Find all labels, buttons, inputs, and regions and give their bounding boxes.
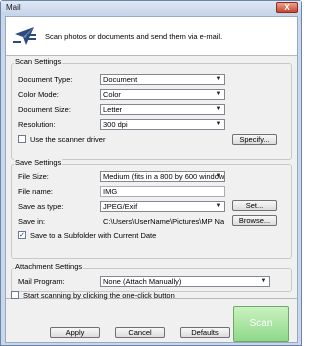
file-size-value: Medium (fits in a 800 by 600 window) <box>103 172 225 181</box>
title-bar: Mail X <box>1 1 301 15</box>
browse-button[interactable]: Browse... <box>232 215 277 226</box>
mail-window: Mail X Scan photos or documents and send… <box>0 0 302 346</box>
chevron-down-icon: ▼ <box>215 203 222 209</box>
save-settings-title: Save Settings <box>14 158 63 167</box>
document-type-label: Document Type: <box>18 75 73 84</box>
mail-program-select[interactable]: None (Attach Manually) ▼ <box>100 276 270 287</box>
specify-button[interactable]: Specify... <box>232 134 277 145</box>
apply-button[interactable]: Apply <box>50 327 100 338</box>
save-in-label: Save in: <box>18 217 46 226</box>
chevron-down-icon: ▼ <box>260 278 267 284</box>
file-size-label: File Size: <box>18 172 49 181</box>
color-mode-label: Color Mode: <box>18 90 59 99</box>
cancel-button[interactable]: Cancel <box>115 327 165 338</box>
color-mode-select[interactable]: Color ▼ <box>100 89 225 100</box>
attachment-settings-title: Attachment Settings <box>14 262 84 271</box>
defaults-button[interactable]: Defaults <box>180 327 230 338</box>
save-in-path: C:\Users\UserName\Pictures\MP Navigat <box>103 217 225 226</box>
subfolder-label: Save to a Subfolder with Current Date <box>30 231 157 240</box>
header-description: Scan photos or documents and send them v… <box>45 32 223 41</box>
mail-program-value: None (Attach Manually) <box>103 277 182 286</box>
subfolder-checkbox[interactable]: ✓ <box>18 231 26 239</box>
close-button[interactable]: X <box>276 2 298 13</box>
file-name-input[interactable]: IMG <box>100 186 225 197</box>
save-as-type-label: Save as type: <box>18 202 64 211</box>
file-name-label: File name: <box>18 187 54 196</box>
save-as-type-select[interactable]: JPEG/Exif ▼ <box>100 201 225 212</box>
header-area: Scan photos or documents and send them v… <box>6 17 297 55</box>
mail-program-label: Mail Program: <box>18 277 65 286</box>
chevron-down-icon: ▼ <box>215 106 222 112</box>
document-size-label: Document Size: <box>18 105 71 114</box>
color-mode-value: Color <box>103 90 121 99</box>
resolution-value: 300 dpi <box>103 120 128 129</box>
scan-button[interactable]: Scan <box>233 306 289 342</box>
file-size-select[interactable]: Medium (fits in a 800 by 600 window) ▼ <box>100 171 225 182</box>
scan-settings-title: Scan Settings <box>14 57 63 66</box>
chevron-down-icon: ▼ <box>215 173 222 179</box>
document-type-select[interactable]: Document ▼ <box>100 74 225 85</box>
save-as-type-value: JPEG/Exif <box>103 202 138 211</box>
one-click-label: Start scanning by clicking the one-click… <box>23 291 175 300</box>
resolution-select[interactable]: 300 dpi ▼ <box>100 119 225 130</box>
document-size-value: Letter <box>103 105 123 114</box>
use-scanner-driver-label: Use the scanner driver <box>30 135 106 144</box>
document-size-select[interactable]: Letter ▼ <box>100 104 225 115</box>
document-type-value: Document <box>103 75 138 84</box>
window-title: Mail <box>6 3 21 12</box>
chevron-down-icon: ▼ <box>215 76 222 82</box>
mail-send-icon <box>13 27 36 45</box>
chevron-down-icon: ▼ <box>215 121 222 127</box>
resolution-label: Resolution: <box>18 120 56 129</box>
header-divider <box>6 55 297 56</box>
one-click-checkbox[interactable] <box>11 291 19 299</box>
chevron-down-icon: ▼ <box>215 91 222 97</box>
dialog-body: Scan photos or documents and send them v… <box>5 16 298 343</box>
set-button[interactable]: Set... <box>232 200 277 211</box>
use-scanner-driver-checkbox[interactable] <box>18 135 26 143</box>
